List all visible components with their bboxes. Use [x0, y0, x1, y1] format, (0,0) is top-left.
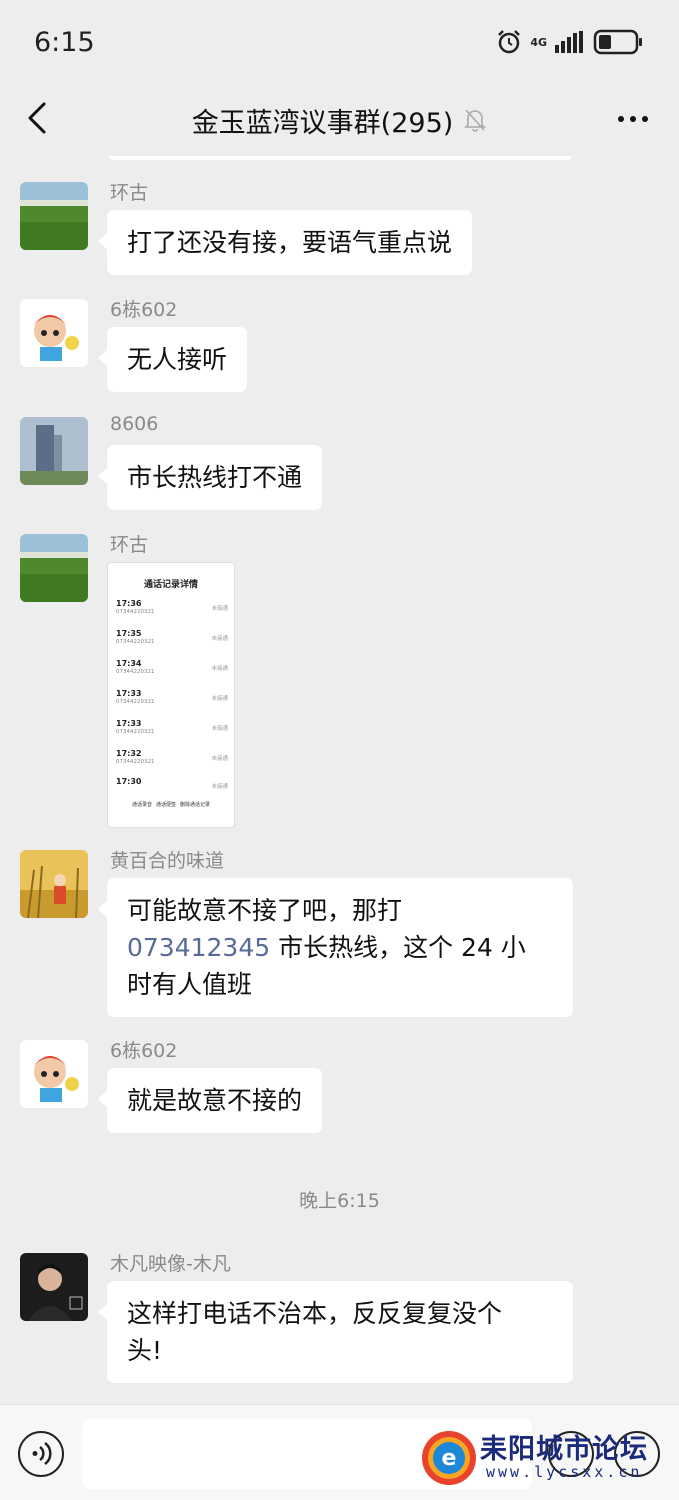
signal-icon — [555, 31, 583, 53]
sender-name: 黄百合的味道 — [110, 850, 225, 872]
message-bubble[interactable]: 可能故意不接了吧，那打 073412345 市长热线，这个 24 小 时有人值班 — [98, 878, 573, 1017]
message-bubble[interactable]: 打了还没有接，要语气重点说 — [97, 210, 473, 275]
previous-bubble-edge — [108, 156, 573, 160]
forum-logo-icon: e — [422, 1431, 476, 1485]
call-row: 17:32 07344220321 未接通 — [116, 749, 228, 765]
voice-icon — [32, 1441, 52, 1466]
group-name: 金玉蓝湾议事群(295) — [191, 107, 454, 139]
call-row: 17:34 07344220321 未接通 — [116, 659, 228, 675]
image-title: 通话记录详情 — [143, 580, 198, 590]
avatar[interactable] — [20, 1040, 88, 1108]
message-bubble[interactable]: 这样打电话不治本，反反复复没个 头! — [98, 1281, 573, 1383]
message-bubble[interactable]: 无人接听 — [97, 327, 248, 392]
status-bar: 6:15 4G — [0, 0, 679, 84]
avatar[interactable] — [20, 534, 88, 602]
phone-link[interactable]: 073412345 — [127, 933, 270, 962]
call-row: 17:33 07344220321 未接通 — [116, 689, 228, 705]
sender-name: 6栋602 — [110, 1040, 178, 1062]
sender-name: 木凡映像-木凡 — [110, 1253, 231, 1275]
message-bubble[interactable]: 市长热线打不通 — [97, 445, 323, 510]
avatar[interactable] — [20, 850, 88, 918]
time-divider: 晚上6:15 — [299, 1190, 380, 1212]
watermark-text: 耒阳城市论坛 — [480, 1434, 648, 1465]
battery-icon — [593, 29, 642, 55]
watermark-url: www.lycsxx.cn — [486, 1463, 643, 1481]
chat-area[interactable]: 环古 打了还没有接，要语气重点说 6栋602 无人接听 8606 市长热线打不通… — [0, 156, 679, 1404]
sender-name: 环古 — [110, 182, 149, 204]
nav-bar: 金玉蓝湾议事群(295) — [0, 84, 679, 156]
watermark: e 耒阳城市论坛 www.lycsxx.cn — [420, 1425, 670, 1495]
input-bar: e 耒阳城市论坛 www.lycsxx.cn — [0, 1404, 679, 1500]
voice-input-button[interactable] — [18, 1431, 64, 1477]
network-type: 4G — [530, 35, 547, 49]
call-row: 17:35 07344220321 未接通 — [116, 629, 228, 645]
message-bubble[interactable]: 就是故意不接的 — [97, 1068, 323, 1133]
call-log-image[interactable]: 通话记录详情 17:36 07344220321 未接通 17:35 07344220… — [107, 562, 235, 828]
svg-text:e: e — [442, 1446, 457, 1471]
avatar[interactable] — [20, 299, 88, 367]
call-row: 17:36 07344220321 未接通 — [116, 599, 228, 615]
more-options-icon[interactable] — [615, 104, 651, 134]
sender-name: 8606 — [110, 413, 159, 435]
sender-name: 6栋602 — [110, 299, 178, 321]
chat-title: 金玉蓝湾议事群(295) — [0, 84, 679, 156]
sender-name: 环古 — [110, 534, 149, 556]
avatar[interactable] — [20, 182, 88, 250]
status-icons: 4G — [496, 29, 643, 55]
alarm-icon — [498, 30, 521, 54]
status-time: 6:15 — [34, 26, 95, 58]
avatar[interactable] — [20, 1253, 88, 1321]
avatar[interactable] — [20, 417, 88, 485]
mute-bell-icon — [464, 109, 487, 132]
image-footer: 通话录音 通话便签 删除通话记录 — [131, 802, 211, 808]
call-row: 17:33 07344220321 未接通 — [116, 719, 228, 735]
call-row: 17:30 未接通 — [116, 777, 228, 790]
